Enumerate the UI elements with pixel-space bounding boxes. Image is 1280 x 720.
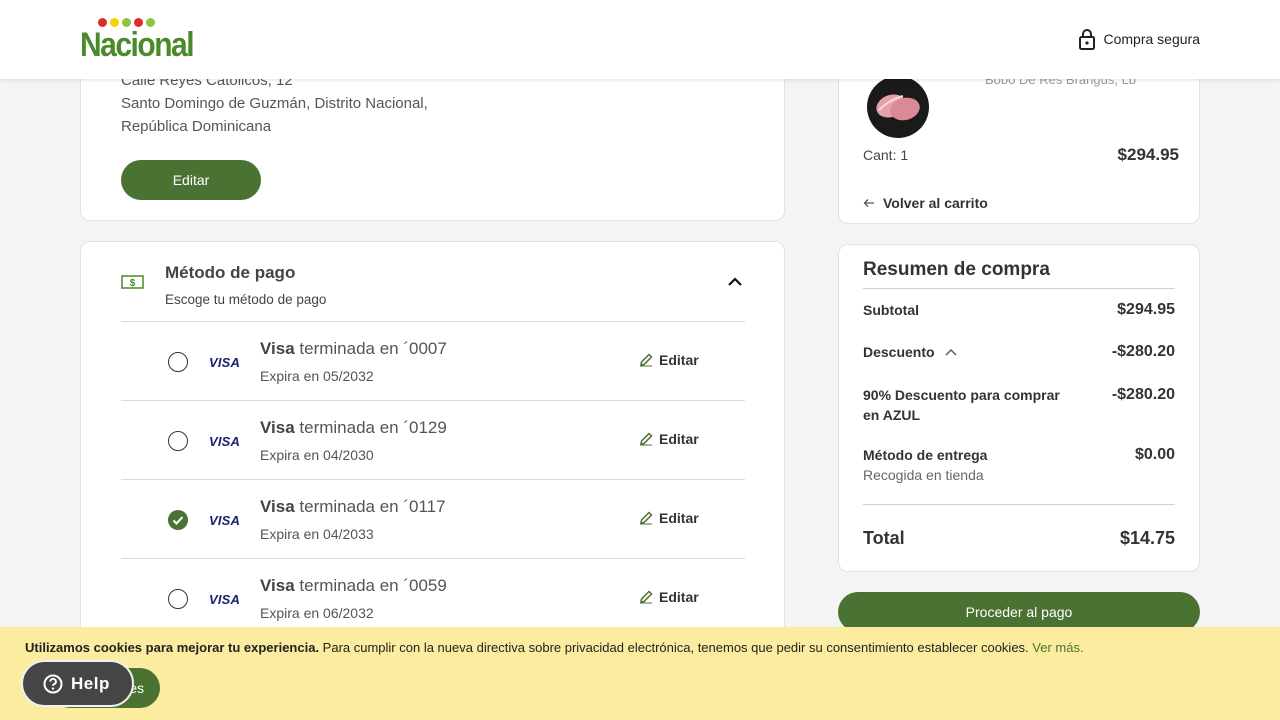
card-expiry: Expira en 04/2030	[260, 447, 374, 463]
edit-card-button[interactable]: Editar	[639, 589, 699, 605]
secure-purchase-indicator: Compra segura	[1078, 28, 1201, 50]
visa-logo-icon: VISA	[209, 355, 241, 370]
order-summary-card: Resumen de compra Subtotal $294.95 Descu…	[838, 244, 1200, 572]
arrow-left-icon	[863, 199, 874, 207]
cookie-banner: Utilizamos cookies para mejorar tu exper…	[0, 627, 1280, 720]
secure-label: Compra segura	[1103, 31, 1201, 47]
divider	[863, 504, 1175, 505]
product-quantity: Cant: 1	[863, 147, 909, 163]
summary-title: Resumen de compra	[863, 259, 1050, 280]
saved-card-row-selected[interactable]: VISA Visa terminada en ´0117 Expira en 0…	[121, 479, 745, 558]
subtotal-label: Subtotal	[863, 302, 919, 318]
svg-text:$: $	[130, 278, 136, 289]
site-header: Nacional Compra segura	[0, 0, 1280, 79]
logo-text: Nacional	[80, 26, 195, 64]
promo-value: -$280.20	[1111, 386, 1175, 403]
nacional-logo[interactable]: Nacional	[80, 18, 195, 64]
payment-method-subtitle: Escoge tu método de pago	[165, 292, 327, 307]
delivery-value: $0.00	[1134, 446, 1175, 463]
money-icon: $	[121, 275, 144, 289]
card-title: Visa terminada en ´0129	[260, 418, 447, 437]
proceed-to-payment-button[interactable]: Proceder al pago	[838, 592, 1200, 632]
edit-card-button[interactable]: Editar	[639, 352, 699, 368]
discount-value: -$280.20	[1111, 343, 1175, 360]
help-button[interactable]: Help	[21, 660, 134, 707]
promo-label: 90% Descuento para comprar en AZUL	[863, 387, 1060, 423]
help-label: Help	[71, 673, 110, 693]
card-expiry: Expira en 06/2032	[260, 605, 374, 621]
delivery-method-label: Método de entrega	[863, 447, 988, 463]
chevron-up-icon[interactable]	[727, 277, 743, 287]
visa-logo-icon: VISA	[209, 592, 241, 607]
payment-method-title: Método de pago	[165, 263, 296, 282]
back-to-cart-link[interactable]: Volver al carrito	[863, 195, 988, 211]
edit-card-button[interactable]: Editar	[639, 431, 699, 447]
card-title: Visa terminada en ´0059	[260, 576, 447, 595]
visa-logo-icon: VISA	[209, 434, 241, 449]
pencil-icon	[640, 353, 653, 367]
card-radio-checked[interactable]	[168, 510, 188, 530]
chevron-up-icon	[945, 349, 957, 356]
product-image	[867, 76, 929, 138]
saved-card-row[interactable]: VISA Visa terminada en ´0059 Expira en 0…	[121, 558, 745, 637]
cookie-more-link[interactable]: Ver más.	[1032, 640, 1083, 655]
pencil-icon	[640, 432, 653, 446]
edit-address-button[interactable]: Editar	[121, 160, 261, 200]
card-title: Visa terminada en ´0007	[260, 339, 447, 358]
saved-card-row[interactable]: VISA Visa terminada en ´0129 Expira en 0…	[121, 400, 745, 479]
payment-method-card: $ Método de pago Escoge tu método de pag…	[80, 241, 785, 661]
card-expiry: Expira en 05/2032	[260, 368, 374, 384]
cookie-message: Utilizamos cookies para mejorar tu exper…	[25, 640, 1084, 655]
divider	[863, 288, 1175, 289]
question-circle-icon	[43, 674, 63, 693]
total-value: $14.75	[1119, 528, 1175, 548]
product-price: $294.95	[1117, 145, 1179, 164]
total-label: Total	[863, 528, 905, 548]
card-radio[interactable]	[168, 589, 188, 609]
lock-icon	[1078, 29, 1095, 50]
card-title: Visa terminada en ´0117	[260, 497, 446, 516]
delivery-method-note: Recogida en tienda	[863, 467, 984, 483]
card-radio[interactable]	[168, 431, 188, 451]
address-line-2: Santo Domingo de Guzmán, Distrito Nacion…	[121, 95, 428, 112]
address-line-3: República Dominicana	[121, 118, 272, 135]
check-icon	[172, 516, 184, 525]
pencil-icon	[640, 590, 653, 604]
card-radio[interactable]	[168, 352, 188, 372]
discount-toggle[interactable]: Descuento	[863, 342, 957, 362]
subtotal-value: $294.95	[1117, 301, 1175, 318]
edit-card-button[interactable]: Editar	[639, 510, 699, 526]
saved-card-row[interactable]: VISA Visa terminada en ´0007 Expira en 0…	[121, 321, 745, 400]
pencil-icon	[640, 511, 653, 525]
card-expiry: Expira en 04/2033	[260, 526, 374, 542]
visa-logo-icon: VISA	[209, 513, 241, 528]
